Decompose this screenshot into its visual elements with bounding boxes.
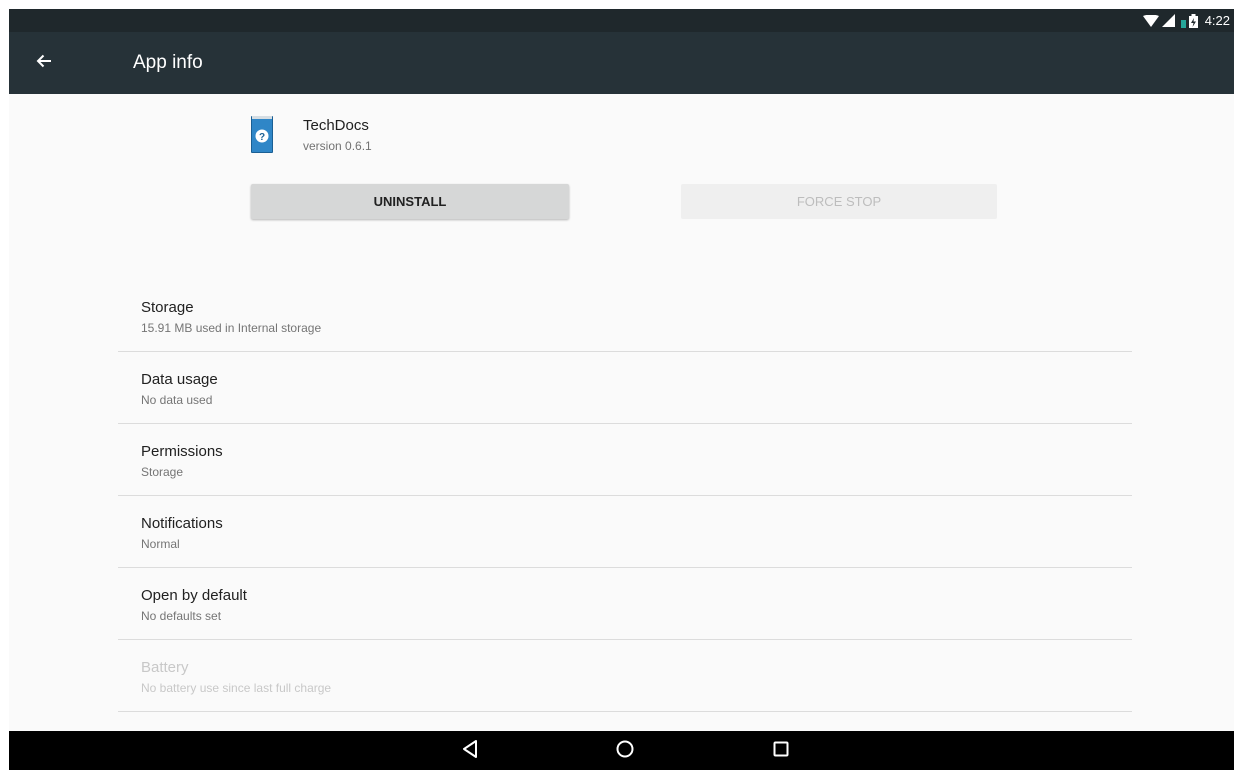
recents-square-icon <box>773 741 789 762</box>
settings-item-subtitle: No data used <box>141 393 213 407</box>
settings-item-title: Battery <box>141 659 189 676</box>
settings-item-storage[interactable]: Storage 15.91 MB used in Internal storag… <box>118 280 1132 352</box>
settings-item-title: Storage <box>141 299 194 316</box>
settings-item-title: Notifications <box>141 515 223 532</box>
settings-item-permissions[interactable]: Permissions Storage <box>118 424 1132 496</box>
settings-item-title: Open by default <box>141 587 247 604</box>
arrow-back-icon <box>36 53 52 74</box>
app-info-screen: 4:22 App info ? TechDocs version 0.6.1 U… <box>9 9 1234 770</box>
app-name: TechDocs <box>303 117 369 134</box>
force-stop-button: FORCE STOP <box>681 184 997 219</box>
home-circle-icon <box>616 740 634 763</box>
settings-item-open-by-default[interactable]: Open by default No defaults set <box>118 568 1132 640</box>
app-bar: App info <box>9 32 1234 94</box>
nav-home-button[interactable] <box>612 738 638 764</box>
settings-item-notifications[interactable]: Notifications Normal <box>118 496 1132 568</box>
status-clock: 4:22 <box>1204 13 1230 28</box>
svg-text:?: ? <box>259 132 265 143</box>
status-bar: 4:22 <box>9 9 1234 32</box>
wifi-icon <box>1142 14 1159 27</box>
settings-item-subtitle: No defaults set <box>141 609 222 623</box>
settings-item-battery: Battery No battery use since last full c… <box>118 640 1132 712</box>
navigation-bar <box>9 731 1234 770</box>
uninstall-button[interactable]: UNINSTALL <box>251 184 569 219</box>
cell-signal-icon <box>1161 14 1175 27</box>
settings-list: Storage 15.91 MB used in Internal storag… <box>118 280 1132 712</box>
nav-back-button[interactable] <box>457 738 483 764</box>
back-triangle-icon <box>462 739 478 763</box>
app-version: version 0.6.1 <box>303 139 372 153</box>
page-title: App info <box>133 52 203 73</box>
settings-item-subtitle: Normal <box>141 537 180 551</box>
battery-charging-icon <box>1180 13 1198 28</box>
nav-recents-button[interactable] <box>768 738 794 764</box>
status-icons: 4:22 <box>1142 12 1230 29</box>
settings-item-title: Permissions <box>141 443 223 460</box>
settings-item-subtitle: 15.91 MB used in Internal storage <box>141 321 322 335</box>
settings-item-data-usage[interactable]: Data usage No data used <box>118 352 1132 424</box>
settings-item-subtitle: Storage <box>141 465 184 479</box>
book-question-icon: ? <box>251 116 273 153</box>
settings-item-subtitle: No battery use since last full charge <box>141 681 332 695</box>
settings-item-title: Data usage <box>141 371 218 388</box>
back-button[interactable] <box>26 45 62 81</box>
